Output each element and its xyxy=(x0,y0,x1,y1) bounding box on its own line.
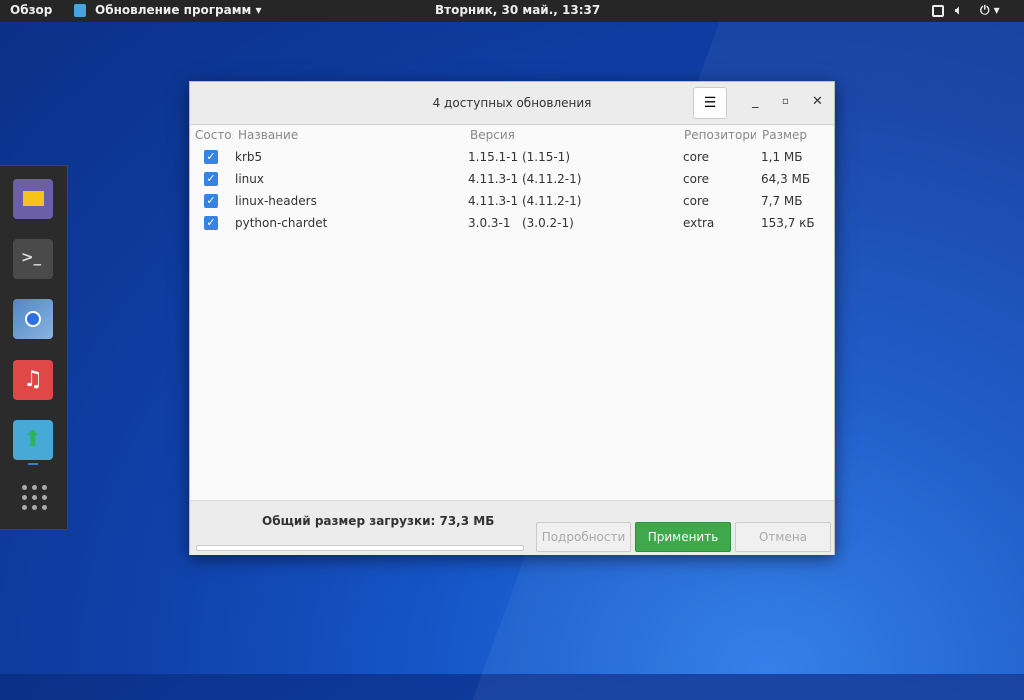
close-icon[interactable]: ✕ xyxy=(812,94,823,109)
row-checkbox[interactable]: ✓ xyxy=(204,194,218,208)
package-version: 4.11.3-1 (4.11.2-1) xyxy=(468,194,582,208)
progress-bar xyxy=(196,545,524,551)
package-repo: core xyxy=(683,150,709,164)
package-name: linux xyxy=(235,172,264,186)
running-indicator xyxy=(28,463,38,465)
package-size: 64,3 МБ xyxy=(761,172,811,186)
dock: >_ ♫ ⬆ xyxy=(0,165,68,530)
package-repo: core xyxy=(683,172,709,186)
window-title: 4 доступных обновления xyxy=(432,96,592,110)
package-size: 7,7 МБ xyxy=(761,194,803,208)
package-repo: extra xyxy=(683,216,715,230)
volume-icon[interactable]: 🔈︎ xyxy=(955,3,962,18)
software-update-icon[interactable]: ⬆ xyxy=(13,420,53,460)
chromium-icon[interactable] xyxy=(13,299,53,339)
package-size: 153,7 кБ xyxy=(761,216,815,230)
minimize-icon[interactable]: _ xyxy=(752,94,759,109)
table-row[interactable]: ✓ python-chardet 3.0.3-1 (3.0.2-1) extra… xyxy=(190,212,834,234)
header-bar: 4 доступных обновления ☰ _ ▫ ✕ xyxy=(190,82,834,125)
app-icon xyxy=(74,4,86,17)
network-icon[interactable] xyxy=(932,5,944,17)
package-repo: core xyxy=(683,194,709,208)
table-row[interactable]: ✓ linux-headers 4.11.3-1 (4.11.2-1) core… xyxy=(190,190,834,212)
activities-button[interactable]: Обзор xyxy=(10,3,52,17)
power-icon[interactable]: ⏻ ▾ xyxy=(980,3,1000,18)
package-version: 4.11.3-1 (4.11.2-1) xyxy=(468,172,582,186)
maximize-icon[interactable]: ▫ xyxy=(782,96,789,107)
package-version: 3.0.3-1 (3.0.2-1) xyxy=(468,216,574,230)
details-button[interactable]: Подробности xyxy=(536,522,631,552)
update-window: 4 доступных обновления ☰ _ ▫ ✕ Состоя На… xyxy=(189,81,835,555)
app-menu[interactable]: Обновление программ ▾ xyxy=(95,3,262,17)
show-apps-icon[interactable] xyxy=(22,485,48,511)
package-name: linux-headers xyxy=(235,194,317,208)
total-download-size: Общий размер загрузки: 73,3 МБ xyxy=(262,514,495,528)
package-size: 1,1 МБ xyxy=(761,150,803,164)
column-repo[interactable]: Репозитори xyxy=(684,128,756,142)
column-status[interactable]: Состоя xyxy=(195,128,233,142)
clock[interactable]: Вторник, 30 май., 13:37 xyxy=(435,3,600,17)
column-name[interactable]: Название xyxy=(238,128,298,142)
package-version: 1.15.1-1 (1.15-1) xyxy=(468,150,570,164)
table-row[interactable]: ✓ linux 4.11.3-1 (4.11.2-1) core 64,3 МБ xyxy=(190,168,834,190)
terminal-icon[interactable]: >_ xyxy=(13,239,53,279)
top-bar: Обзор Обновление программ ▾ Вторник, 30 … xyxy=(0,0,1024,22)
row-checkbox[interactable]: ✓ xyxy=(204,172,218,186)
row-checkbox[interactable]: ✓ xyxy=(204,216,218,230)
package-name: krb5 xyxy=(235,150,263,164)
footer: Общий размер загрузки: 73,3 МБ Подробнос… xyxy=(190,500,834,555)
package-name: python-chardet xyxy=(235,216,328,230)
music-icon[interactable]: ♫ xyxy=(13,360,53,400)
apply-button[interactable]: Применить xyxy=(635,522,731,552)
menu-button[interactable]: ☰ xyxy=(693,87,727,119)
column-version[interactable]: Версия xyxy=(470,128,515,142)
column-size[interactable]: Размер xyxy=(762,128,807,142)
cancel-button[interactable]: Отмена xyxy=(735,522,831,552)
row-checkbox[interactable]: ✓ xyxy=(204,150,218,164)
table-row[interactable]: ✓ krb5 1.15.1-1 (1.15-1) core 1,1 МБ xyxy=(190,146,834,168)
files-icon[interactable] xyxy=(13,179,53,219)
